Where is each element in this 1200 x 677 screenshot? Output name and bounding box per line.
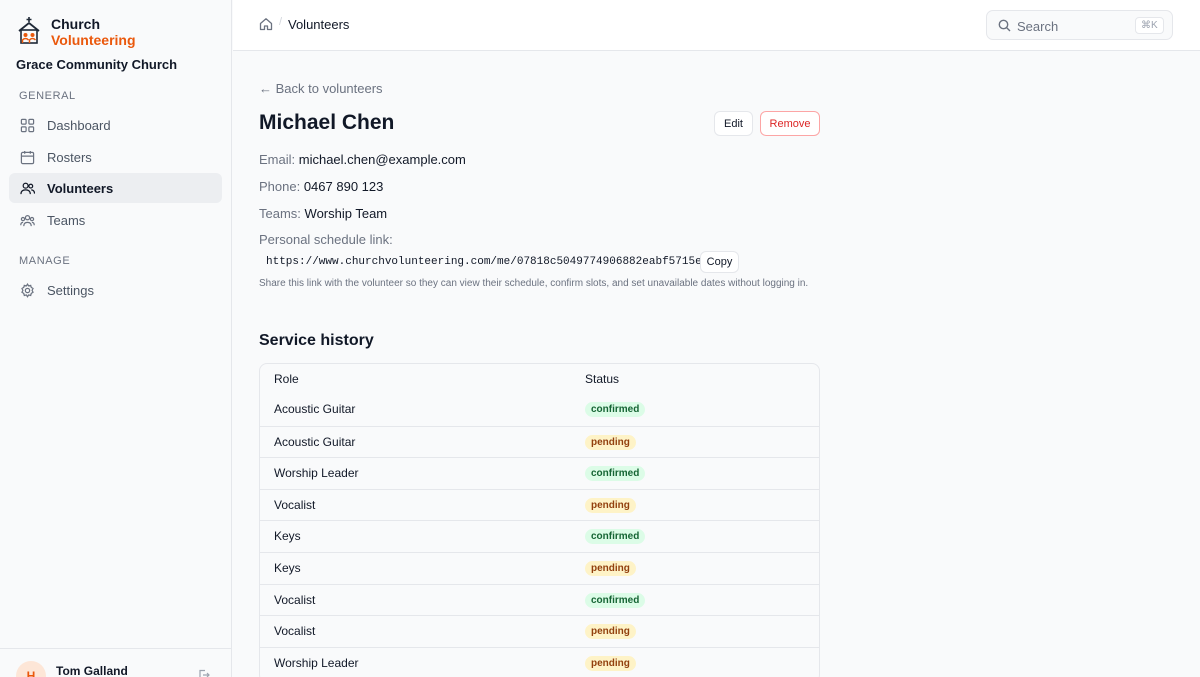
grid-icon <box>20 118 35 133</box>
role-cell: Acoustic Guitar <box>274 402 356 416</box>
status-badge: pending <box>585 434 636 450</box>
calendar-icon <box>20 150 35 165</box>
brand-name-line1: Church <box>51 16 100 32</box>
teams-value: Worship Team <box>304 206 388 221</box>
phone-value: 0467 890 123 <box>303 179 384 194</box>
table-row[interactable]: Vocalist confirmed <box>260 583 819 616</box>
sidebar-item-label: Settings <box>47 282 94 298</box>
remove-button[interactable]: Remove <box>760 111 820 136</box>
phone-label: Phone: <box>259 179 301 194</box>
page-title: Michael Chen <box>259 111 395 134</box>
status-badge: pending <box>585 624 636 640</box>
email-field: Email: michael.chen@example.com <box>259 152 466 167</box>
brand-name-line2: Volunteering <box>51 32 136 48</box>
teams-label: Teams: <box>259 206 301 221</box>
table-header: Role Status <box>260 364 819 394</box>
status-badge: confirmed <box>585 402 646 417</box>
user-menu[interactable]: H Tom Galland <box>0 648 232 677</box>
organization-name: Grace Community Church <box>16 57 178 72</box>
table-row[interactable]: Acoustic Guitar pending <box>260 425 819 458</box>
status-badge: pending <box>585 655 636 671</box>
main-content: ← Back to volunteers Michael Chen Edit R… <box>233 51 1200 677</box>
sidebar-item-teams[interactable]: Teams <box>9 205 222 235</box>
team-icon <box>20 213 35 228</box>
search-shortcut-hint: ⌘K <box>1135 17 1164 34</box>
table-row[interactable]: Vocalist pending <box>260 615 819 647</box>
email-label: Email: <box>259 152 296 167</box>
logout-icon[interactable] <box>198 669 210 677</box>
role-cell: Vocalist <box>274 592 316 607</box>
status-badge: confirmed <box>585 529 646 545</box>
user-name: Tom Galland <box>56 664 128 677</box>
status-badge: confirmed <box>585 592 646 608</box>
status-badge: pending <box>585 561 636 576</box>
users-icon <box>20 181 35 196</box>
sidebar-item-label: Teams <box>47 212 86 228</box>
schedule-link-url[interactable]: https://www.churchvolunteering.com/me/07… <box>259 256 735 268</box>
search-box[interactable]: ⌘K <box>986 10 1173 40</box>
sidebar-item-label: Volunteers <box>47 180 114 196</box>
search-input[interactable] <box>1017 17 1127 35</box>
service-history-title: Service history <box>259 332 374 349</box>
role-cell: Keys <box>274 561 301 575</box>
breadcrumb-current: Volunteers <box>288 17 350 32</box>
role-cell: Vocalist <box>274 497 316 512</box>
role-cell: Acoustic Guitar <box>274 434 356 449</box>
avatar: H <box>16 661 46 677</box>
sidebar-item-volunteers[interactable]: Volunteers <box>9 173 222 203</box>
sidebar-item-dashboard[interactable]: Dashboard <box>9 110 222 140</box>
edit-button[interactable]: Edit <box>714 111 753 136</box>
teams-field: Teams: Worship Team <box>259 206 387 221</box>
sidebar: Church Volunteering Grace Community Chur… <box>0 0 232 677</box>
table-row[interactable]: Worship Leader pending <box>260 646 819 677</box>
sidebar-item-label: Rosters <box>47 149 92 165</box>
sidebar-item-rosters[interactable]: Rosters <box>9 142 222 172</box>
role-cell: Worship Leader <box>274 655 359 670</box>
schedule-link-label: Personal schedule link: <box>259 232 393 247</box>
column-header-status: Status <box>585 372 620 386</box>
top-bar: / Volunteers ⌘K <box>233 0 1200 51</box>
brand[interactable]: Church Volunteering <box>16 16 136 48</box>
breadcrumb-separator: / <box>279 16 283 28</box>
table-row[interactable]: Acoustic Guitar confirmed <box>260 394 819 426</box>
gear-icon <box>20 282 35 298</box>
church-logo-icon <box>18 17 40 44</box>
table-row[interactable]: Keys confirmed <box>260 520 819 552</box>
role-cell: Vocalist <box>274 624 316 639</box>
schedule-link-row: https://www.churchvolunteering.com/me/07… <box>259 251 735 273</box>
table-row[interactable]: Keys pending <box>260 552 819 584</box>
search-icon <box>998 19 1011 32</box>
phone-field: Phone: 0467 890 123 <box>259 179 383 194</box>
table-row[interactable]: Vocalist pending <box>260 488 819 521</box>
table-row[interactable]: Worship Leader confirmed <box>260 457 819 489</box>
status-badge: confirmed <box>585 466 646 482</box>
role-cell: Worship Leader <box>274 466 359 481</box>
section-label-manage: MANAGE <box>19 255 71 267</box>
role-cell: Keys <box>274 529 301 544</box>
schedule-link-help: Share this link with the volunteer so th… <box>259 278 809 289</box>
sidebar-item-label: Dashboard <box>47 117 111 133</box>
section-label-general: GENERAL <box>19 90 76 102</box>
column-header-role: Role <box>274 372 299 386</box>
service-history-table: Role Status Acoustic Guitar confirmed Acou… <box>259 363 820 677</box>
back-to-volunteers-link[interactable]: ← Back to volunteers <box>259 81 383 96</box>
email-value: michael.chen@example.com <box>298 152 466 167</box>
sidebar-item-settings[interactable]: Settings <box>9 275 222 305</box>
home-icon[interactable] <box>259 17 273 31</box>
copy-link-button[interactable]: Copy <box>700 251 739 273</box>
status-badge: pending <box>585 497 636 513</box>
